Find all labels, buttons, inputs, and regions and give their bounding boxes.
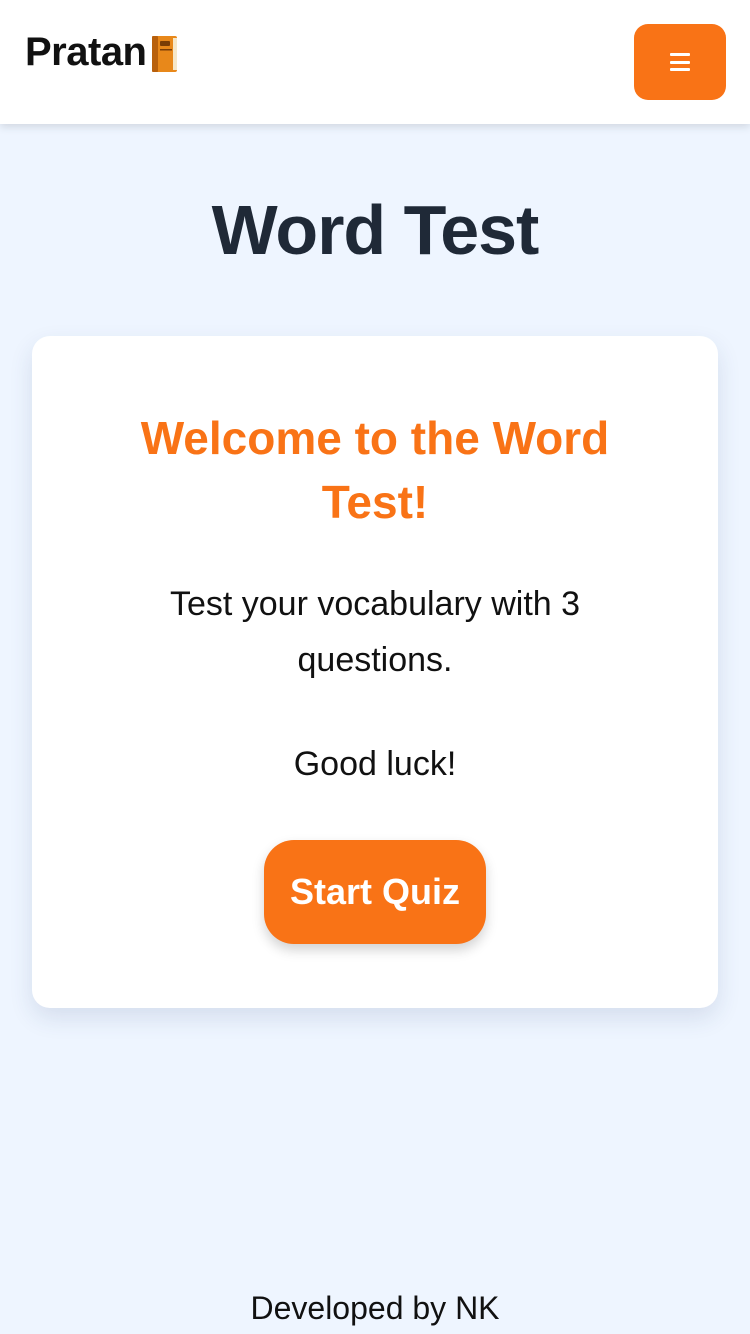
top-header: Pratan bbox=[0, 0, 750, 124]
quiz-description: Test your vocabulary with 3 questions. bbox=[169, 585, 581, 679]
page-title: Word Test bbox=[211, 191, 540, 269]
menu-button[interactable] bbox=[634, 24, 726, 100]
start-quiz-button[interactable]: Start Quiz bbox=[264, 840, 486, 944]
brand-name: Pratan bbox=[25, 30, 147, 74]
good-luck-text: Good luck! bbox=[293, 745, 457, 783]
welcome-card: Welcome to the Word Test! Test your voca… bbox=[32, 336, 718, 1008]
welcome-heading: Welcome to the Word Test! bbox=[140, 412, 610, 528]
orange-book-icon bbox=[149, 34, 179, 74]
footer-credit: Developed by NK bbox=[250, 1290, 500, 1326]
brand-logo[interactable]: Pratan bbox=[25, 30, 179, 75]
hamburger-menu-icon bbox=[670, 53, 690, 71]
